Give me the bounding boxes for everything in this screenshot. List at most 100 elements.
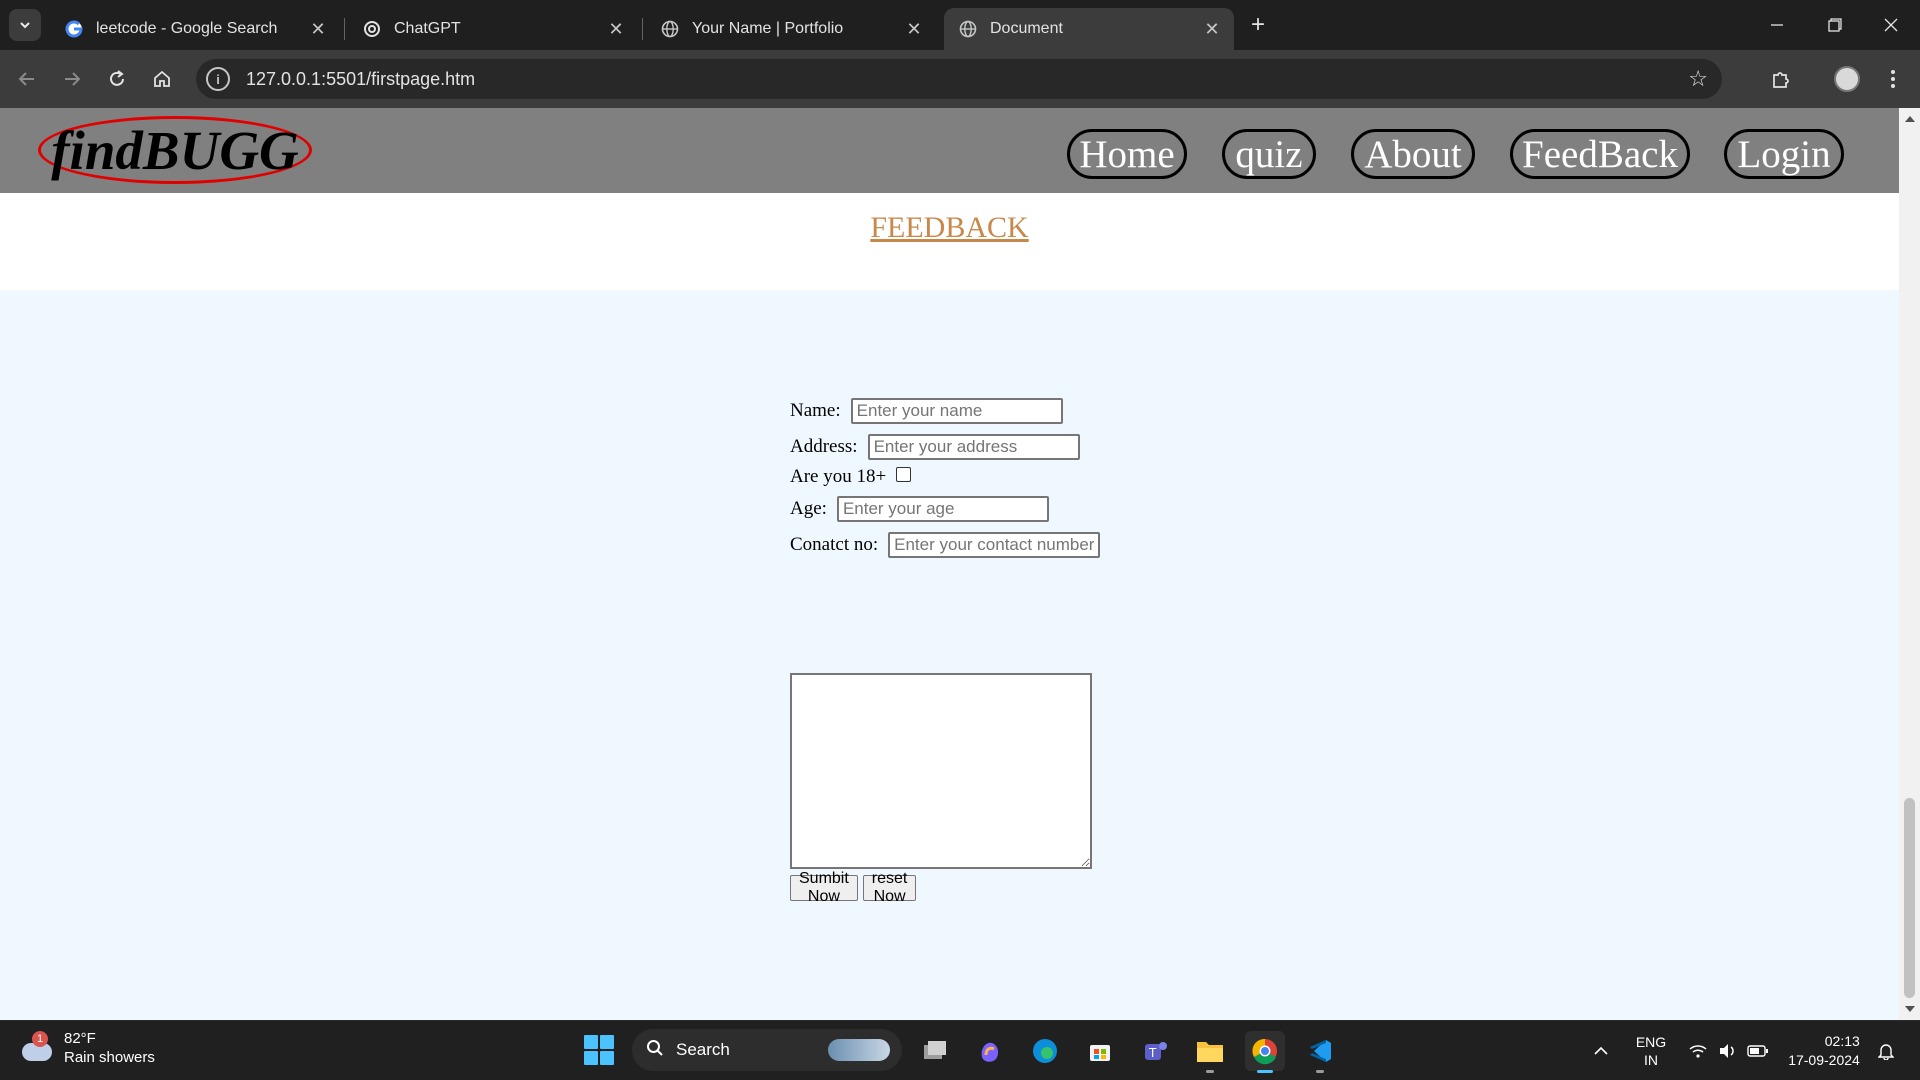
form-actions: Sumbit Now reset Now (790, 870, 917, 905)
page-viewport: findBUGG Home quiz About FeedBack Login … (0, 108, 1899, 1020)
name-label: Name: (790, 400, 841, 421)
edge-browser-icon[interactable] (1025, 1031, 1065, 1071)
clock-time: 02:13 (1824, 1033, 1860, 1049)
battery-icon[interactable] (1744, 1021, 1772, 1080)
nav-about-button[interactable]: About (1351, 129, 1475, 179)
name-row: Name: (790, 398, 1063, 424)
wifi-icon[interactable] (1684, 1021, 1712, 1080)
address-bar[interactable]: i 127.0.0.1:5501/firstpage.htm ☆ (196, 59, 1722, 99)
search-icon (646, 1039, 664, 1062)
tab-document[interactable]: Document ✕ (944, 8, 1234, 50)
age-row: Age: (790, 496, 1049, 522)
address-label: Address: (790, 436, 858, 457)
scroll-up-icon[interactable] (1905, 116, 1915, 122)
site-header: findBUGG Home quiz About FeedBack Login (0, 108, 1899, 193)
close-tab-icon[interactable]: ✕ (604, 17, 628, 41)
nav-feedback-button[interactable]: FeedBack (1510, 129, 1690, 179)
menu-kebab-icon[interactable] (1876, 62, 1910, 96)
logo-text: findBUGG (51, 119, 299, 181)
address-row: Address: (790, 434, 1080, 460)
weather-temp: 82°F (64, 1030, 96, 1047)
tab-title: ChatGPT (394, 20, 461, 37)
tab-portfolio[interactable]: Your Name | Portfolio ✕ (646, 8, 936, 50)
profile-avatar-icon[interactable] (1830, 62, 1864, 96)
file-explorer-icon[interactable] (1190, 1031, 1230, 1073)
extensions-puzzle-icon[interactable] (1764, 62, 1798, 96)
vscode-icon[interactable] (1300, 1031, 1340, 1073)
page-title[interactable]: FEEDBACK (0, 211, 1899, 245)
tab-divider (642, 18, 643, 40)
notification-bell-icon[interactable] (1872, 1021, 1900, 1080)
system-clock[interactable]: 02:13 17-09-2024 (1780, 1021, 1868, 1080)
back-arrow-icon[interactable] (10, 62, 44, 96)
adult-label: Are you 18+ (790, 466, 887, 487)
nav-home-button[interactable]: Home (1067, 129, 1187, 179)
taskbar-search-label: Search (676, 1040, 730, 1059)
close-tab-icon[interactable]: ✕ (902, 17, 926, 41)
tab-title: Document (990, 20, 1063, 37)
restore-icon[interactable] (1806, 0, 1864, 50)
weather-badge: 1 (32, 1031, 48, 1047)
page-scrollbar[interactable] (1899, 108, 1920, 1020)
tab-search-chevron-icon[interactable] (9, 9, 41, 41)
microsoft-store-icon[interactable] (1080, 1031, 1120, 1071)
browser-tab-strip: leetcode - Google Search ✕ ChatGPT ✕ You… (0, 0, 1920, 50)
scrollbar-thumb[interactable] (1904, 798, 1915, 998)
age-label: Age: (790, 498, 827, 519)
nav-login-button[interactable]: Login (1724, 129, 1844, 179)
minimize-icon[interactable] (1748, 0, 1806, 50)
chrome-icon[interactable] (1245, 1031, 1285, 1073)
globe-icon (660, 19, 680, 39)
tab-leetcode-search[interactable]: leetcode - Google Search ✕ (50, 8, 340, 50)
title-section: FEEDBACK (0, 193, 1899, 290)
taskbar-search[interactable]: Search (632, 1029, 902, 1071)
address-input[interactable] (867, 434, 1080, 460)
submit-button[interactable]: Sumbit Now (790, 870, 858, 905)
search-highlight-icon (828, 1039, 890, 1061)
name-input[interactable] (850, 398, 1063, 424)
tab-title: Your Name | Portfolio (692, 20, 844, 37)
language-indicator[interactable]: ENG IN (1628, 1021, 1674, 1080)
svg-text:T: T (1148, 1046, 1157, 1060)
close-tab-icon[interactable]: ✕ (306, 17, 330, 41)
task-view-icon[interactable] (915, 1031, 955, 1071)
weather-desc: Rain showers (64, 1049, 155, 1066)
adult-row: Are you 18+ (790, 466, 912, 488)
windows-start-icon[interactable] (584, 1035, 614, 1065)
show-hidden-icons-chevron-icon[interactable] (1586, 1021, 1616, 1080)
new-tab-plus-icon[interactable]: + (1243, 10, 1273, 40)
close-window-icon[interactable] (1862, 0, 1920, 50)
reload-icon[interactable] (100, 62, 134, 96)
tab-title: leetcode - Google Search (96, 20, 278, 37)
globe-icon (958, 19, 978, 39)
adult-checkbox[interactable] (896, 466, 912, 482)
region-code: IN (1644, 1052, 1658, 1068)
forward-arrow-icon[interactable] (55, 62, 89, 96)
bookmark-star-icon[interactable]: ☆ (1688, 66, 1708, 92)
chatgpt-icon (362, 19, 382, 39)
volume-icon[interactable] (1714, 1021, 1742, 1080)
rain-cloud-icon: 1 (20, 1031, 54, 1065)
url-text: 127.0.0.1:5501/firstpage.htm (246, 68, 476, 89)
nav-quiz-button[interactable]: quiz (1222, 129, 1316, 179)
copilot-icon[interactable] (970, 1031, 1010, 1071)
home-icon[interactable] (145, 62, 179, 96)
teams-icon[interactable]: T (1135, 1031, 1175, 1071)
browser-toolbar: i 127.0.0.1:5501/firstpage.htm ☆ (0, 50, 1920, 108)
language-code: ENG (1635, 1034, 1667, 1050)
tab-divider (344, 18, 345, 40)
tab-chatgpt[interactable]: ChatGPT ✕ (348, 8, 638, 50)
google-icon (64, 19, 84, 39)
site-logo[interactable]: findBUGG (38, 116, 312, 184)
windows-taskbar: 1 82°F Rain showers Search T ENG IN 02:1… (0, 1020, 1920, 1080)
reset-button[interactable]: reset Now (862, 870, 917, 905)
close-tab-icon[interactable]: ✕ (1200, 17, 1224, 41)
scroll-down-icon[interactable] (1905, 1006, 1915, 1012)
weather-widget[interactable]: 1 82°F Rain showers (20, 1029, 155, 1067)
contact-row: Conatct no: (790, 532, 1101, 558)
age-input[interactable] (836, 496, 1049, 522)
feedback-textarea[interactable] (790, 673, 1092, 869)
site-info-icon[interactable]: i (206, 67, 230, 91)
contact-input[interactable] (888, 532, 1101, 558)
contact-label: Conatct no: (790, 534, 879, 555)
